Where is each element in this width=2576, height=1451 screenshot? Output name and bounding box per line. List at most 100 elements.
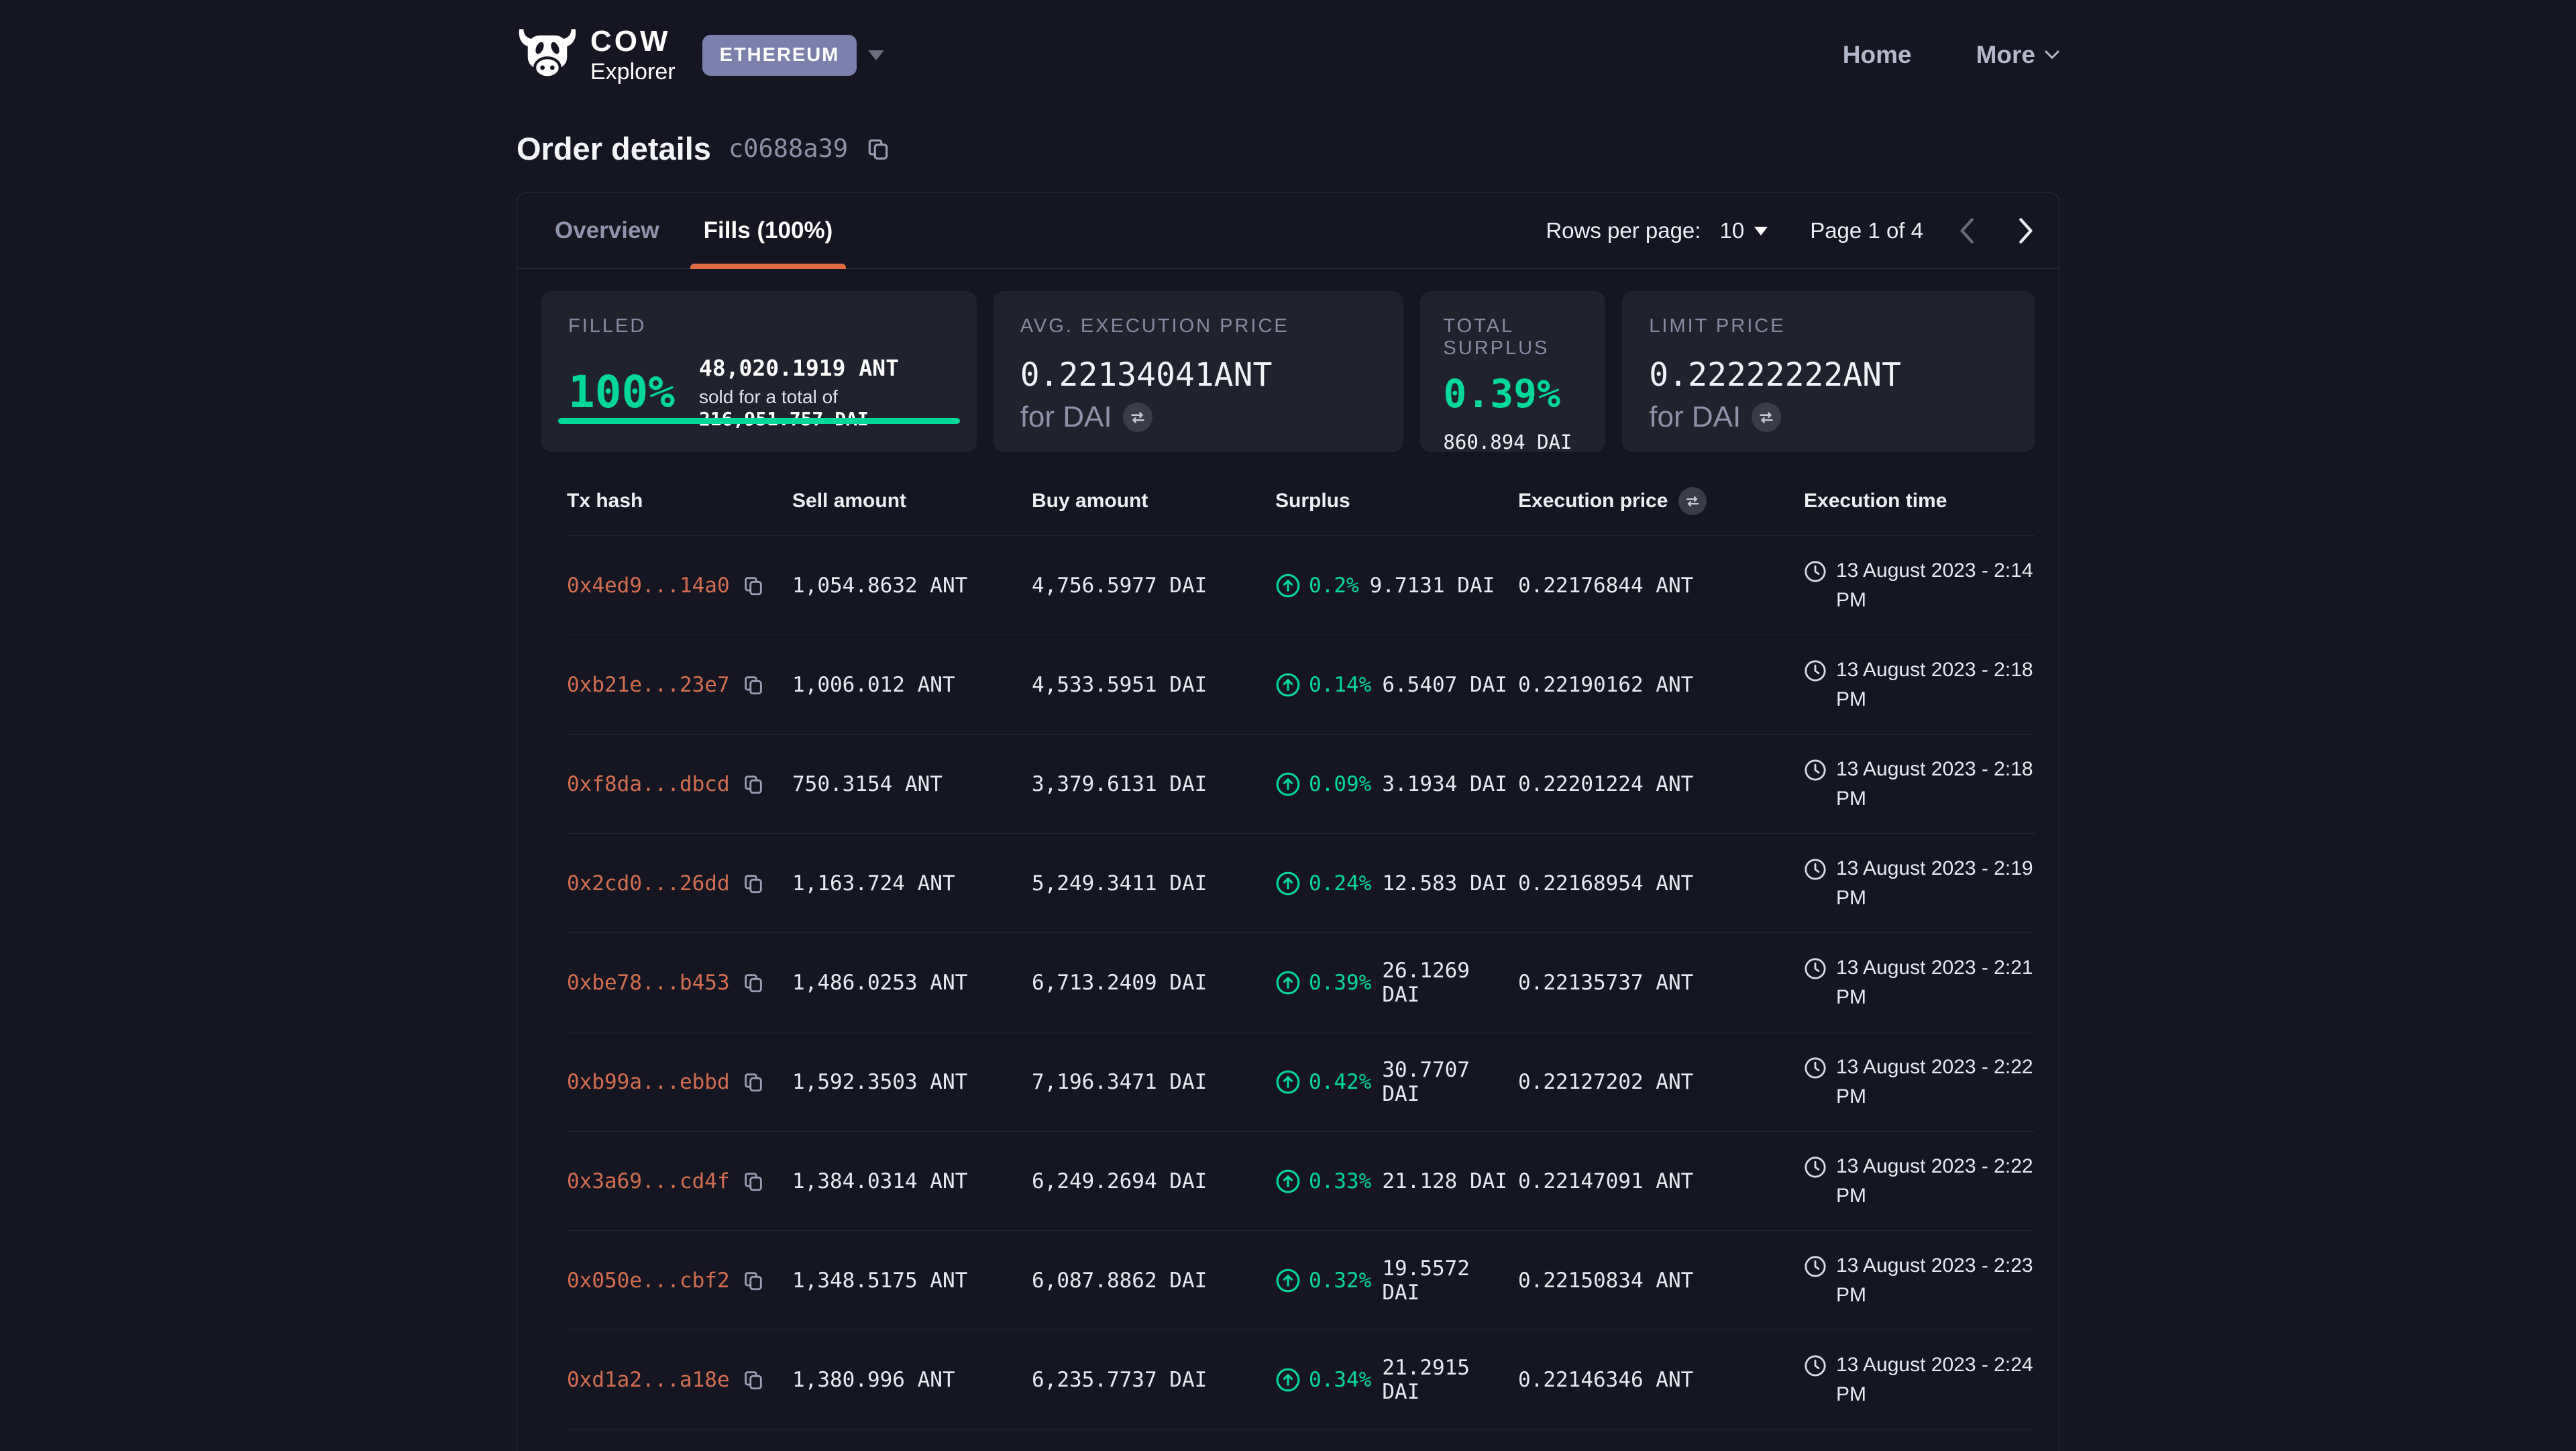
surplus-up-arrow-icon: [1275, 1367, 1301, 1393]
network-label: ETHEREUM: [720, 44, 840, 66]
copy-tx-hash-button[interactable]: [742, 1269, 765, 1292]
surplus-percent: 0.32%: [1309, 1269, 1371, 1293]
logo[interactable]: COW Explorer: [517, 27, 676, 83]
invert-execution-price-button[interactable]: [1678, 487, 1707, 515]
tx-hash-link[interactable]: 0xf8da...dbcd: [567, 772, 730, 796]
buy-amount-cell: 6,249.2694 DAI: [1032, 1169, 1275, 1193]
col-tx-hash: Tx hash: [567, 490, 792, 513]
tab-overview-label: Overview: [555, 217, 659, 244]
surplus-percent: 0.14%: [1309, 673, 1371, 697]
title-row: Order details c0688a39: [517, 130, 2059, 167]
total-surplus-label: TOTAL SURPLUS: [1443, 315, 1592, 360]
rows-per-page-select[interactable]: 10: [1715, 217, 1772, 244]
tx-hash-link[interactable]: 0x2cd0...26dd: [567, 871, 730, 896]
col-execution-price-label: Execution price: [1518, 490, 1668, 513]
copy-tx-hash-button[interactable]: [742, 1170, 765, 1193]
tx-hash-cell: 0x3a69...cd4f: [567, 1169, 792, 1193]
surplus-up-arrow-icon: [1275, 573, 1301, 598]
surplus-up-arrow-icon: [1275, 871, 1301, 896]
surplus-up-arrow-icon: [1275, 1069, 1301, 1095]
clock-icon: [1804, 1152, 1827, 1210]
execution-time-cell: 13 August 2023 - 2:23 PM: [1804, 1251, 2035, 1309]
copy-icon: [742, 1071, 765, 1093]
sell-amount-cell: 1,348.5175 ANT: [792, 1269, 1032, 1293]
fills-table-body: 0x4ed9...14a0 1,054.8632 ANT 4,756.5977 …: [567, 536, 2035, 1430]
limit-price-card: LIMIT PRICE 0.22222222ANT for DAI: [1622, 291, 2035, 452]
clock-icon: [1804, 1251, 1827, 1309]
table-row: 0xb99a...ebbd 1,592.3503 ANT 7,196.3471 …: [567, 1032, 2035, 1132]
execution-time-text: 13 August 2023 - 2:14 PM: [1836, 556, 2035, 614]
tx-hash-link[interactable]: 0xbe78...b453: [567, 971, 730, 995]
surplus-up-arrow-icon: [1275, 970, 1301, 996]
copy-icon: [742, 1269, 765, 1292]
sell-amount-cell: 1,384.0314 ANT: [792, 1169, 1032, 1193]
tx-hash-link[interactable]: 0xb99a...ebbd: [567, 1070, 730, 1094]
table-row: 0x2cd0...26dd 1,163.724 ANT 5,249.3411 D…: [567, 834, 2035, 933]
tab-fills-label: Fills (100%): [704, 217, 833, 244]
surplus-percent: 0.34%: [1309, 1368, 1371, 1392]
copy-icon: [742, 872, 765, 895]
execution-time-cell: 13 August 2023 - 2:14 PM: [1804, 556, 2035, 614]
tx-hash-link[interactable]: 0xb21e...23e7: [567, 673, 730, 697]
tx-hash-link[interactable]: 0x050e...cbf2: [567, 1269, 730, 1293]
fills-table-header: Tx hash Sell amount Buy amount Surplus E…: [567, 452, 2035, 536]
copy-icon: [742, 1170, 765, 1193]
copy-tx-hash-button[interactable]: [742, 1368, 765, 1391]
prev-page-button[interactable]: [1954, 215, 1981, 247]
copy-tx-hash-button[interactable]: [742, 574, 765, 597]
surplus-up-arrow-icon: [1275, 771, 1301, 797]
copy-tx-hash-button[interactable]: [742, 872, 765, 895]
tab-fills[interactable]: Fills (100%): [690, 193, 847, 268]
execution-time-text: 13 August 2023 - 2:21 PM: [1836, 953, 2035, 1012]
copy-icon: [865, 136, 891, 162]
execution-time-cell: 13 August 2023 - 2:22 PM: [1804, 1152, 2035, 1210]
copy-order-id-button[interactable]: [865, 136, 891, 162]
copy-icon: [742, 773, 765, 796]
copy-tx-hash-button[interactable]: [742, 674, 765, 696]
network-selector[interactable]: ETHEREUM: [702, 35, 857, 76]
surplus-percent: 0.09%: [1309, 772, 1371, 796]
nav-more[interactable]: More: [1976, 41, 2059, 69]
execution-time-cell: 13 August 2023 - 2:21 PM: [1804, 953, 2035, 1012]
execution-time-cell: 13 August 2023 - 2:18 PM: [1804, 655, 2035, 714]
invert-limit-price-button[interactable]: [1752, 402, 1781, 432]
tx-hash-link[interactable]: 0xd1a2...a18e: [567, 1368, 730, 1392]
fills-table: Tx hash Sell amount Buy amount Surplus E…: [517, 452, 2059, 1430]
copy-tx-hash-button[interactable]: [742, 773, 765, 796]
buy-amount-cell: 5,249.3411 DAI: [1032, 871, 1275, 896]
col-buy-amount: Buy amount: [1032, 490, 1275, 513]
nav-home[interactable]: Home: [1843, 41, 1912, 69]
order-panel: Overview Fills (100%) Rows per page: 10 …: [517, 193, 2059, 1451]
avg-price-unit: for DAI: [1020, 400, 1112, 434]
tx-hash-link[interactable]: 0x3a69...cd4f: [567, 1169, 730, 1193]
surplus-cell: 0.24% 12.583 DAI: [1275, 871, 1518, 896]
chevron-right-icon: [2012, 215, 2039, 247]
execution-time-text: 13 August 2023 - 2:23 PM: [1836, 1251, 2035, 1309]
tx-hash-link[interactable]: 0x4ed9...14a0: [567, 574, 730, 598]
tab-overview[interactable]: Overview: [541, 193, 673, 268]
tx-hash-cell: 0x050e...cbf2: [567, 1269, 792, 1293]
surplus-cell: 0.34% 21.2915 DAI: [1275, 1356, 1518, 1404]
copy-tx-hash-button[interactable]: [742, 971, 765, 994]
cow-logo-icon: [517, 29, 578, 81]
execution-price-cell: 0.22201224 ANT: [1518, 772, 1804, 796]
sell-amount-cell: 1,054.8632 ANT: [792, 574, 1032, 598]
sell-amount-cell: 1,163.724 ANT: [792, 871, 1032, 896]
next-page-button[interactable]: [2012, 215, 2039, 247]
main-nav: Home More: [1843, 41, 2059, 69]
col-execution-price: Execution price: [1518, 487, 1804, 515]
col-surplus: Surplus: [1275, 490, 1518, 513]
network-caret-down-icon[interactable]: [867, 49, 885, 61]
clock-icon: [1804, 755, 1827, 813]
swap-icon: [1758, 409, 1775, 426]
surplus-amount: 12.583 DAI: [1382, 871, 1507, 896]
copy-tx-hash-button[interactable]: [742, 1071, 765, 1093]
tx-hash-cell: 0xb21e...23e7: [567, 673, 792, 697]
invert-avg-price-button[interactable]: [1123, 402, 1152, 432]
surplus-amount: 3.1934 DAI: [1382, 772, 1507, 796]
execution-price-cell: 0.22150834 ANT: [1518, 1269, 1804, 1293]
surplus-cell: 0.32% 19.5572 DAI: [1275, 1256, 1518, 1305]
limit-price-unit: for DAI: [1649, 400, 1741, 434]
clock-icon: [1804, 655, 1827, 714]
filled-percent: 100%: [568, 370, 675, 415]
